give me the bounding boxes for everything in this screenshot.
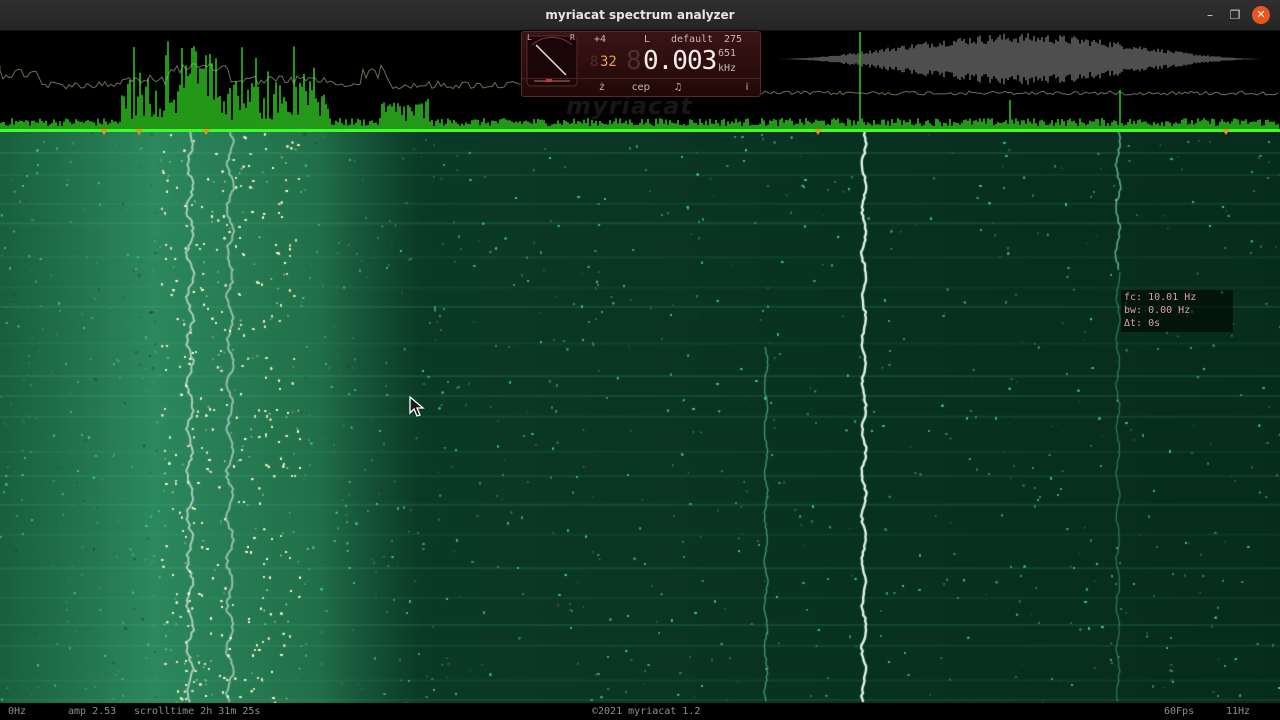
channel-label: L [644, 34, 651, 45]
gauge-right-label: R [570, 33, 575, 42]
minimize-button[interactable]: – [1201, 6, 1219, 24]
status-bar: 0Hz amp 2.53 scrolltime 2h 31m 25s ©2021… [0, 703, 1280, 720]
mouse-cursor-icon [409, 396, 425, 417]
tooltip-fc: fc: 10.01 Hz [1124, 292, 1197, 303]
preset-value: 275 [724, 34, 743, 45]
frequency-marker[interactable] [135, 129, 143, 135]
status-copyright: ©2021 myriacat 1.2 [592, 706, 701, 717]
frequency-marker[interactable] [1222, 129, 1230, 135]
status-fps: 60Fps [1164, 706, 1195, 717]
waterfall-display[interactable] [0, 132, 1280, 703]
music-icon[interactable]: ♫ [670, 81, 686, 95]
title-bar: myriacat spectrum analyzer – ❐ ✕ [0, 0, 1280, 31]
waterfall-canvas [0, 132, 1280, 703]
info-icon[interactable]: i [740, 81, 754, 95]
tooltip-bw: bw: 0.00 Hz [1124, 305, 1191, 316]
frequency-marker[interactable] [100, 129, 108, 135]
gauge-left-label: L [527, 33, 532, 42]
status-amp: amp 2.53 [68, 706, 117, 717]
tooltip-dt: Δt: 0s [1124, 318, 1161, 329]
small-readout: 32 [600, 54, 617, 70]
preset-label[interactable]: default [671, 34, 713, 45]
status-right-frequency: 11Hz [1226, 706, 1251, 717]
cep-button[interactable]: cep [626, 81, 656, 95]
window-title: myriacat spectrum analyzer [545, 8, 735, 22]
status-left-frequency: 0Hz [8, 706, 27, 717]
meter-panel: L R +4 L default 275 8 32 8 0.003 651 kH… [521, 31, 761, 97]
meter-toolbar: ż cep ♫ i [522, 78, 760, 97]
frequency-marker[interactable] [202, 129, 210, 135]
frequency-unit: kHz [718, 63, 737, 74]
frequency-marker[interactable] [814, 129, 822, 135]
mode-button[interactable]: ż [594, 81, 610, 95]
small-readout-ghost: 8 [590, 54, 599, 70]
frequency-sub: 651 [718, 48, 737, 59]
offset-label: +4 [594, 34, 607, 45]
frequency-readout: 0.003 [643, 46, 717, 76]
frequency-tooltip: fc: 10.01 Hz bw: 0.00 Hz Δt: 0s [1121, 290, 1233, 332]
status-scrolltime: scrolltime 2h 31m 25s [134, 706, 261, 717]
frequency-ghost: 8 [626, 46, 642, 76]
close-button[interactable]: ✕ [1252, 6, 1270, 24]
maximize-button[interactable]: ❐ [1226, 6, 1244, 24]
